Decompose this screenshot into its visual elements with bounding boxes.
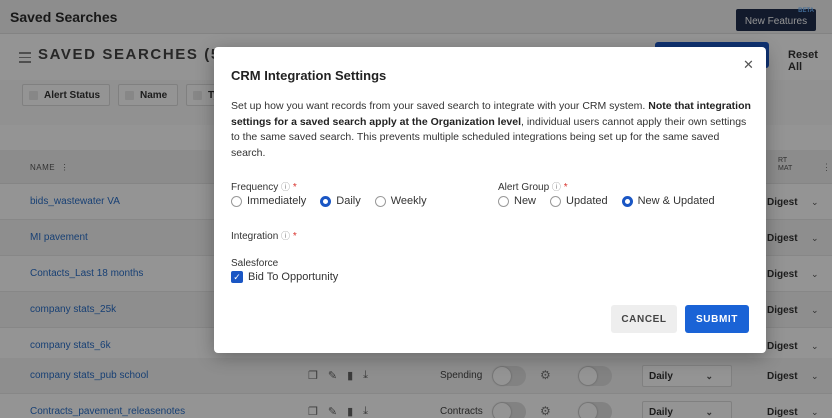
frequency-label: Frequency ⓘ *: [231, 182, 297, 193]
info-icon: ⓘ: [551, 182, 561, 192]
bid-to-opportunity-checkbox[interactable]: ✓ Bid To Opportunity: [231, 271, 338, 283]
submit-button[interactable]: SUBMIT: [685, 305, 749, 333]
radio-circle: [374, 195, 386, 207]
modal-description: Set up how you want records from your sa…: [231, 100, 751, 159]
radio-circle: [498, 195, 509, 207]
frequency-option-daily[interactable]: Daily: [320, 195, 361, 207]
info-icon: ⓘ: [281, 182, 291, 192]
modal-title: CRM Integration Settings: [231, 68, 387, 83]
radio-circle-selected: [320, 195, 332, 207]
alert-group-option-new-updated[interactable]: New & Updated: [621, 195, 715, 207]
info-icon: ⓘ: [281, 231, 291, 241]
radio-circle-selected: [621, 195, 633, 207]
frequency-option-weekly[interactable]: Weekly: [374, 195, 427, 207]
salesforce-label: Salesforce: [231, 258, 279, 269]
radio-circle: [550, 195, 562, 207]
crm-integration-modal: CRM Integration Settings ✕ Set up how yo…: [214, 47, 766, 353]
frequency-option-immediately[interactable]: Immediately: [231, 195, 306, 207]
close-icon[interactable]: ✕: [743, 57, 754, 73]
alert-group-option-new[interactable]: New: [498, 195, 536, 207]
alert-group-option-updated[interactable]: Updated: [550, 195, 608, 207]
cancel-button[interactable]: CANCEL: [611, 305, 677, 333]
radio-circle: [231, 195, 242, 207]
frequency-radio-group: Immediately Daily Weekly: [231, 195, 441, 207]
integration-label: Integration ⓘ *: [231, 231, 297, 242]
alert-group-radio-group: New Updated New & Updated: [498, 195, 729, 207]
alert-group-label: Alert Group ⓘ *: [498, 182, 568, 193]
checkmark-icon: ✓: [231, 271, 243, 283]
